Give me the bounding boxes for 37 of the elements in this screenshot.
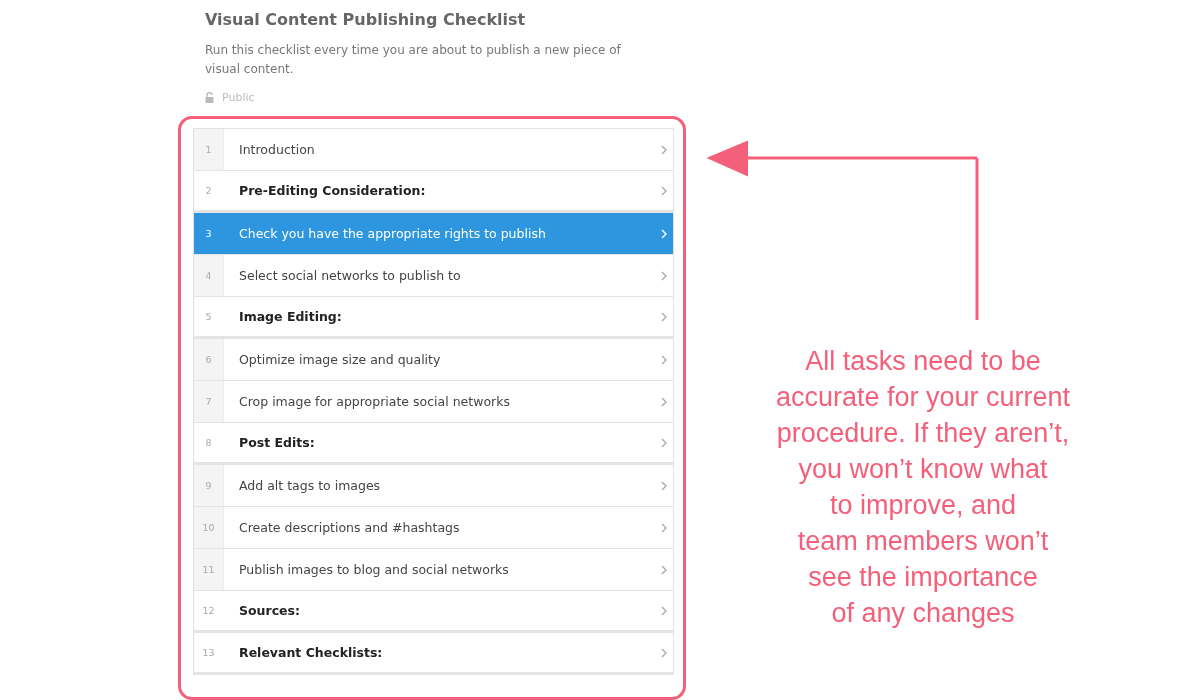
checklist-title: Visual Content Publishing Checklist <box>205 10 527 29</box>
task-number: 2 <box>204 184 213 198</box>
chevron-icon <box>661 185 667 196</box>
task-number: 13 <box>201 646 216 660</box>
annotation-text: All tasks need to be accurate for your current procedure. If they aren’t, you won’t know what to improve, and team members won’t see the importance of any changes <box>775 345 1071 630</box>
chevron-icon <box>661 354 667 365</box>
task-number: 7 <box>194 381 224 422</box>
task-item[interactable]: 1 Introduction <box>194 129 673 171</box>
task-number: 4 <box>194 255 224 296</box>
task-number: 10 <box>194 507 224 548</box>
task-number: 8 <box>204 436 213 450</box>
chevron-icon <box>661 396 667 407</box>
chevron-icon <box>661 270 667 281</box>
lock-icon <box>205 92 214 103</box>
chevron-icon <box>661 522 667 533</box>
task-item[interactable]: 9 Add alt tags to images <box>194 465 673 507</box>
chevron-icon <box>661 605 667 616</box>
task-item[interactable]: 11 Publish images to blog and social networks <box>194 549 673 591</box>
task-number: 5 <box>204 310 213 324</box>
checklist-description: Run this checklist every time you are about to publish a new piece of visual content. <box>205 42 622 78</box>
chevron-icon <box>661 564 667 575</box>
chevron-icon <box>661 437 667 448</box>
task-number: 12 <box>201 604 216 618</box>
task-item[interactable]: 6 Optimize image size and quality <box>194 339 673 381</box>
task-number: 11 <box>194 549 224 590</box>
task-item[interactable]: 10 Create descriptions and #hashtags <box>194 507 673 549</box>
task-item[interactable]: 7 Crop image for appropriate social networks <box>194 381 673 423</box>
chevron-icon <box>661 311 667 322</box>
task-item[interactable]: 4 Select social networks to publish to <box>194 255 673 297</box>
chevron-icon <box>661 647 667 658</box>
task-number: 1 <box>194 129 224 170</box>
task-number: 9 <box>194 465 224 506</box>
task-number: 6 <box>194 339 224 380</box>
visibility-label: Public <box>222 91 255 104</box>
chevron-icon <box>661 480 667 491</box>
chevron-icon <box>661 144 667 155</box>
chevron-icon <box>661 228 667 239</box>
